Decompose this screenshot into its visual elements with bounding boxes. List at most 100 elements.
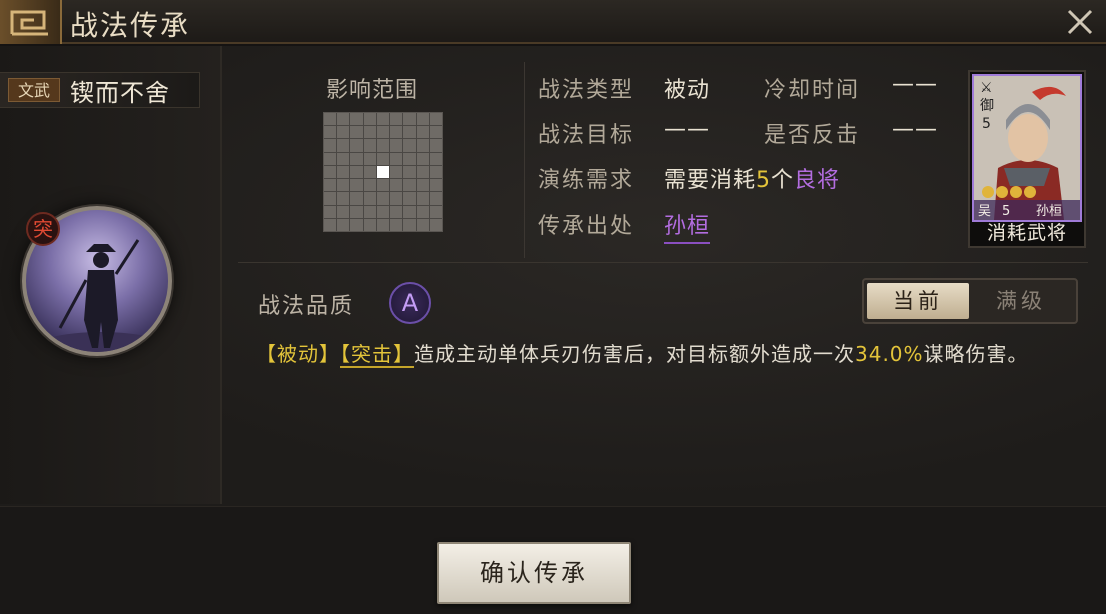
quality-label: 战法品质	[258, 294, 355, 319]
close-icon	[1067, 9, 1093, 35]
range-cell	[324, 139, 337, 152]
range-cell	[416, 192, 429, 205]
range-cell	[416, 152, 429, 165]
general-portrait: ⚔ 御 5 吴 5 孙桓	[972, 74, 1082, 222]
range-cell	[376, 113, 390, 126]
range-cell	[350, 152, 363, 165]
range-cell	[324, 192, 337, 205]
range-cell	[363, 192, 376, 205]
range-cell	[376, 205, 390, 218]
range-cell	[324, 205, 337, 218]
desc-percent: 34.0%	[855, 342, 924, 366]
skill-type-badge: 文武	[8, 78, 60, 102]
range-cell	[429, 152, 442, 165]
desc-tag-passive: 【被动】	[256, 342, 340, 366]
range-cell	[376, 126, 390, 139]
range-cell	[376, 152, 390, 165]
range-cell	[390, 126, 403, 139]
title-bar: 战法传承	[0, 0, 1106, 44]
range-cell	[403, 113, 416, 126]
range-cell	[363, 179, 376, 192]
skill-target-label: 战法目标	[538, 123, 635, 148]
range-cell	[390, 113, 403, 126]
range-cell	[429, 165, 442, 179]
window-title: 战法传承	[70, 9, 191, 42]
range-cell	[324, 165, 337, 179]
range-label: 影响范围	[326, 78, 419, 103]
range-cell	[350, 126, 363, 139]
desc-text: 造成主动单体兵刃伤害后，对目标额外造成一次	[414, 342, 855, 366]
range-cell	[337, 152, 350, 165]
training-requirement-value: 需要消耗5个良将	[664, 162, 840, 194]
range-cell	[350, 139, 363, 152]
card-unit: 御	[980, 98, 994, 114]
range-cell	[416, 165, 429, 179]
close-button[interactable]	[1064, 6, 1096, 38]
skill-type-value: 被动	[664, 78, 711, 103]
title-ornament-icon	[0, 0, 62, 44]
range-cell	[376, 179, 390, 192]
range-cell	[350, 165, 363, 179]
range-cell	[390, 139, 403, 152]
train-item: 良将	[794, 168, 841, 193]
level-tabs: 当前 满级	[862, 278, 1078, 324]
skill-target-value: ——	[664, 117, 710, 142]
skill-description: 【被动】【突击】造成主动单体兵刃伤害后，对目标额外造成一次34.0%谋略伤害。	[256, 338, 1076, 371]
range-cell	[390, 205, 403, 218]
range-cell	[337, 139, 350, 152]
range-cell	[337, 113, 350, 126]
range-cell	[416, 139, 429, 152]
range-cell	[376, 218, 390, 231]
cooldown-value: ——	[892, 72, 938, 97]
range-cell	[376, 139, 390, 152]
range-cell	[337, 165, 350, 179]
range-cell	[416, 113, 429, 126]
confirm-inherit-button[interactable]: 确认传承	[437, 542, 631, 604]
range-cell	[403, 205, 416, 218]
range-cell	[416, 218, 429, 231]
range-cell	[350, 192, 363, 205]
assault-badge: 突	[26, 212, 60, 246]
range-cell	[337, 126, 350, 139]
source-label: 传承出处	[538, 214, 635, 239]
range-cell	[324, 218, 337, 231]
range-cell	[403, 126, 416, 139]
range-cell	[416, 126, 429, 139]
range-cell	[390, 165, 403, 179]
range-cell	[324, 152, 337, 165]
range-cell	[403, 139, 416, 152]
counter-label: 是否反击	[764, 123, 861, 148]
range-cell	[324, 113, 337, 126]
range-grid	[323, 112, 443, 232]
range-cell	[390, 218, 403, 231]
general-portrait-icon: ⚔ 御 5 吴 5 孙桓	[974, 76, 1080, 220]
train-count: 5	[756, 168, 772, 193]
range-cell	[337, 218, 350, 231]
range-cell	[403, 152, 416, 165]
range-cell	[337, 192, 350, 205]
desc-tag-assault[interactable]: 【突击】	[340, 342, 414, 368]
card-level: 5	[1002, 204, 1010, 219]
train-prefix: 需要消耗	[664, 168, 757, 193]
card-kingdom: 吴	[978, 204, 991, 219]
range-cell	[363, 152, 376, 165]
range-cell	[416, 205, 429, 218]
tab-current[interactable]: 当前	[867, 283, 969, 319]
range-cell	[390, 152, 403, 165]
range-cell-active	[376, 165, 390, 179]
range-cell	[403, 192, 416, 205]
range-cell	[403, 218, 416, 231]
divider	[238, 262, 1088, 263]
tab-max-level[interactable]: 满级	[970, 283, 1072, 319]
range-cell	[390, 179, 403, 192]
card-hero-name: 孙桓	[1036, 204, 1062, 219]
range-cell	[429, 139, 442, 152]
skill-name: 锲而不舍	[70, 79, 170, 107]
range-cell	[376, 192, 390, 205]
range-cell	[350, 113, 363, 126]
range-cell	[350, 205, 363, 218]
range-cell	[429, 179, 442, 192]
source-hero-link[interactable]: 孙桓	[664, 208, 711, 244]
consumed-general-card[interactable]: ⚔ 御 5 吴 5 孙桓 消耗武将	[968, 70, 1086, 248]
range-cell	[363, 126, 376, 139]
